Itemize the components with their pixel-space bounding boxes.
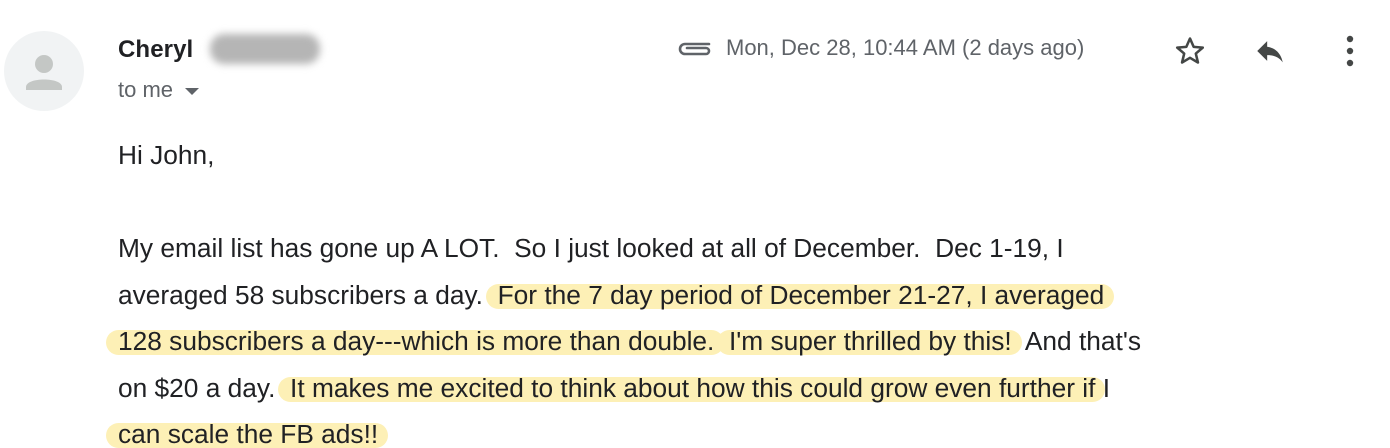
highlighted-text: I'm super thrilled by this! bbox=[728, 326, 1012, 356]
highlighted-text: For the 7 day period of December 21-27, … bbox=[497, 279, 1105, 310]
star-button[interactable] bbox=[1170, 31, 1210, 71]
message-date: Mon, Dec 28, 10:44 AM (2 days ago) bbox=[726, 35, 1085, 60]
sender-avatar[interactable] bbox=[4, 31, 84, 111]
email-message: Cheryl to me Mon, Dec 28, 10:44 AM (2 da… bbox=[0, 0, 1390, 448]
message-meta: Mon, Dec 28, 10:44 AM (2 days ago) bbox=[676, 35, 1084, 61]
highlighted-text: It makes me excited to think about how t… bbox=[290, 372, 1096, 403]
reply-icon bbox=[1257, 41, 1283, 63]
body-text: averaged 58 subscribers a day. bbox=[118, 279, 498, 310]
more-vert-icon bbox=[1346, 35, 1354, 67]
recipient-label: to me bbox=[118, 77, 174, 102]
caret-down-icon bbox=[185, 87, 200, 95]
body-line: 128 subscribers a day---which is more th… bbox=[118, 318, 1378, 365]
body-line: My email list has gone up A LOT. So I ju… bbox=[118, 233, 1064, 263]
redacted-sender-email bbox=[210, 34, 320, 64]
message-body: Hi John, My email list has gone up A LOT… bbox=[118, 132, 1378, 448]
body-line: on $20 a day. It makes me excited to thi… bbox=[118, 365, 1378, 412]
star-icon bbox=[1175, 37, 1205, 64]
more-options-button[interactable] bbox=[1330, 31, 1370, 71]
paperclip-icon bbox=[678, 42, 711, 56]
person-icon bbox=[26, 55, 62, 90]
reply-button[interactable] bbox=[1250, 31, 1290, 71]
highlighted-text: 128 subscribers a day---which is more th… bbox=[118, 326, 715, 356]
body-text: And that's bbox=[1011, 326, 1141, 356]
highlighted-text: can scale the FB ads!! bbox=[118, 419, 379, 448]
sender-name[interactable]: Cheryl bbox=[118, 36, 193, 64]
recipient-details-toggle[interactable]: to me bbox=[118, 77, 200, 103]
body-line: averaged 58 subscribers a day. For the 7… bbox=[118, 272, 1378, 319]
body-text: on $20 a day. bbox=[118, 372, 291, 403]
greeting: Hi John, bbox=[118, 140, 215, 170]
body-line: can scale the FB ads!! bbox=[118, 411, 1378, 448]
